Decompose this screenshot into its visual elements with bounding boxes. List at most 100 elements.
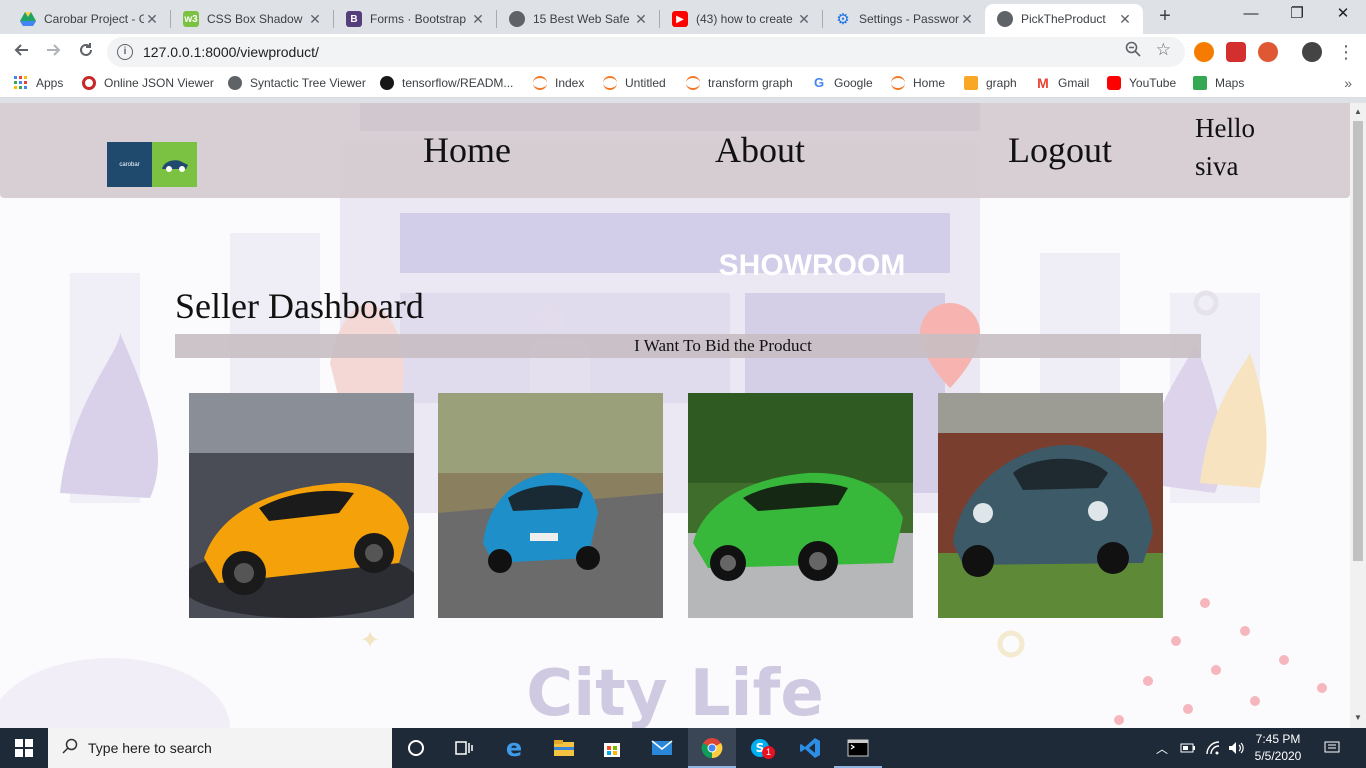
battery-icon[interactable] [1180,728,1196,768]
show-hidden-icons-button[interactable]: ︿ [1156,728,1168,768]
clock-date: 5/5/2020 [1254,749,1302,763]
menu-button[interactable]: ⋮ [1334,40,1358,64]
store-icon [604,743,620,757]
bookmark-tensorflow-readme[interactable]: tensorflow/READM... [380,76,513,90]
bookmark-index[interactable]: Index [533,76,584,90]
bid-product-banner[interactable]: I Want To Bid the Product [175,334,1201,358]
edge-taskbar-button[interactable]: e [490,728,538,768]
taskbar-clock[interactable]: 7:45 PM 5/5/2020 [1248,731,1308,765]
mail-taskbar-button[interactable] [638,728,686,768]
globe-icon [228,76,242,90]
more-bookmarks-icon[interactable]: » [1344,75,1352,91]
carobar-logo[interactable]: carobar [107,142,197,187]
search-icon [62,738,84,759]
github-icon [380,76,394,90]
tab-web-safe-fonts[interactable]: 15 Best Web Safe Fo ✕ [497,4,659,34]
tab-carobar-project[interactable]: Carobar Project - Goo ✕ [8,4,170,34]
back-button[interactable] [9,40,33,64]
bookmark-label: Maps [1215,76,1245,90]
tab-bootstrap-forms[interactable]: B Forms · Bootstrap ✕ [334,4,496,34]
bookmark-youtube[interactable]: YouTube [1107,76,1176,90]
classic-porsche-car-image [938,393,1163,618]
skype-taskbar-button[interactable]: S 1 [736,728,784,768]
vscode-taskbar-button[interactable] [786,728,834,768]
close-window-button[interactable]: ✕ [1320,0,1366,30]
car-card-yellow-sports[interactable] [189,393,414,618]
start-button[interactable] [0,728,48,768]
browser-toolbar: i 127.0.0.1:8000/viewproduct/ ☆ ⋮ [0,34,1366,70]
close-tab-icon[interactable]: ✕ [144,11,160,28]
address-bar[interactable]: i 127.0.0.1:8000/viewproduct/ ☆ [107,37,1185,67]
mail-icon [651,740,673,755]
wifi-icon[interactable] [1205,728,1221,768]
restore-button[interactable]: ❐ [1274,0,1320,30]
bookmark-gmail[interactable]: M Gmail [1036,76,1089,90]
car-card-green-mercedes[interactable] [688,393,913,618]
task-view-button[interactable] [440,728,488,768]
bookmark-google[interactable]: G Google [812,76,873,91]
green-mercedes-car-image [688,393,913,618]
close-tab-icon[interactable]: ✕ [470,11,486,28]
fire-extension-icon[interactable] [1194,42,1214,62]
nav-logout-link[interactable]: Logout [1008,129,1112,171]
shield-extension-icon[interactable] [1226,42,1246,62]
yellow-sports-car-image [189,393,414,618]
bookmark-maps[interactable]: Maps [1193,76,1244,90]
page-scrollbar[interactable]: ▲ ▼ [1350,103,1366,728]
tab-youtube-video[interactable]: ▶ (43) how to create w ✕ [660,4,822,34]
chrome-taskbar-button[interactable] [688,728,736,768]
taskbar-search-box[interactable]: Type here to search [48,728,392,768]
site-info-icon[interactable]: i [117,44,133,60]
scrollbar-thumb[interactable] [1353,121,1363,561]
minimize-button[interactable]: — [1228,0,1274,30]
tab-title: Settings - Password [859,12,959,26]
close-tab-icon[interactable]: ✕ [796,11,812,28]
close-tab-icon[interactable]: ✕ [1117,11,1133,28]
youtube-icon: ▶ [672,11,688,27]
duckduckgo-extension-icon[interactable] [1258,42,1278,62]
bookmark-home[interactable]: Home [891,76,945,90]
blue-bmw-car-image [438,393,663,618]
bookmark-label: Untitled [625,76,666,90]
url-text[interactable]: 127.0.0.1:8000/viewproduct/ [143,44,319,60]
close-tab-icon[interactable]: ✕ [959,11,975,28]
tab-title: 15 Best Web Safe Fo [533,12,633,26]
store-taskbar-button[interactable] [588,728,636,768]
folder-icon [554,740,574,756]
tab-settings-passwords[interactable]: ⚙ Settings - Password ✕ [823,4,985,34]
bookmark-syntactic-tree-viewer[interactable]: Syntactic Tree Viewer [228,76,366,90]
close-tab-icon[interactable]: ✕ [633,11,649,28]
search-placeholder: Type here to search [88,740,212,756]
new-tab-button[interactable]: + [1154,6,1176,28]
page-viewport: SHOWROOM ✦ City Life carobar Home About … [0,103,1350,728]
tab-title: Carobar Project - Goo [44,12,144,26]
bookmark-apps[interactable]: Apps [14,76,63,90]
bookmark-untitled[interactable]: Untitled [603,76,666,90]
task-view-icon [455,741,473,755]
scroll-down-icon[interactable]: ▼ [1350,713,1366,722]
cortana-button[interactable] [392,728,440,768]
car-card-classic-porsche[interactable] [938,393,1163,618]
zoom-icon[interactable] [1125,41,1141,61]
forward-button[interactable] [42,40,66,64]
settings-icon: ⚙ [836,11,850,28]
notifications-icon [1324,741,1340,753]
action-center-button[interactable] [1324,728,1340,768]
profile-avatar[interactable] [1302,42,1322,62]
scroll-up-icon[interactable]: ▲ [1350,107,1366,116]
volume-icon[interactable] [1228,728,1246,768]
close-tab-icon[interactable]: ✕ [307,11,323,28]
terminal-taskbar-button[interactable] [834,728,882,768]
nav-about-link[interactable]: About [715,129,805,171]
nav-home-link[interactable]: Home [423,129,511,171]
tab-picktheproduct[interactable]: PickTheProduct ✕ [985,4,1143,34]
car-card-blue-bmw[interactable] [438,393,663,618]
bookmark-online-json-viewer[interactable]: Online JSON Viewer [82,76,214,90]
reload-button[interactable] [74,40,98,64]
tab-css-box-shadow[interactable]: w3 CSS Box Shadow ✕ [171,4,333,34]
bookmark-graph[interactable]: graph [964,76,1017,90]
bookmark-transform-graph[interactable]: transform graph [686,76,793,90]
file-explorer-taskbar-button[interactable] [540,728,588,768]
bookmark-label: graph [986,76,1017,90]
bookmark-star-icon[interactable]: ☆ [1156,40,1171,60]
